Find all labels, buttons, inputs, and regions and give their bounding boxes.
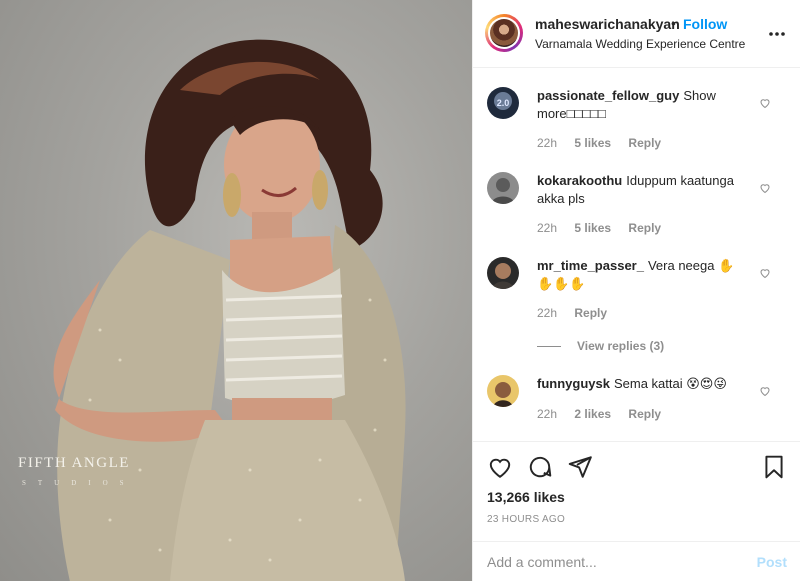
post-header: maheswarichanakyan • Follow Varnamala We… xyxy=(473,0,800,68)
comment-meta: 22h 5 likes Reply xyxy=(537,136,675,150)
comment-time[interactable]: 22h xyxy=(537,136,557,150)
comment-text: passionate_fellow_guy Show more□□□□□ xyxy=(537,87,749,123)
more-options-icon[interactable] xyxy=(767,24,787,44)
post-location[interactable]: Varnamala Wedding Experience Centre xyxy=(535,37,745,51)
view-replies-button[interactable]: View replies (3) xyxy=(537,339,664,353)
likes-count[interactable]: 13,266 likes xyxy=(487,489,565,505)
commenter-avatar[interactable] xyxy=(487,172,519,204)
post-actions: 13,266 likes 23 HOURS AGO xyxy=(473,441,800,541)
comment-meta: 22h Reply xyxy=(537,306,621,320)
comment-time[interactable]: 22h xyxy=(537,306,557,320)
comment-input[interactable] xyxy=(487,550,737,574)
post-photo[interactable]: FIFTH ANGLE STUDIOS xyxy=(0,0,472,581)
comment-text: mr_time_passer_ Vera neega ✋ ✋✋✋ xyxy=(537,257,749,293)
post-timestamp[interactable]: 23 HOURS AGO xyxy=(487,514,565,525)
share-icon[interactable] xyxy=(567,454,593,480)
svg-text:2.0: 2.0 xyxy=(497,98,510,108)
separator-dot: • xyxy=(671,15,676,31)
post-side-panel: maheswarichanakyan • Follow Varnamala We… xyxy=(472,0,800,581)
comment-username[interactable]: passionate_fellow_guy xyxy=(537,88,679,103)
comment-username[interactable]: funnyguysk xyxy=(537,376,610,391)
comment-time[interactable]: 22h xyxy=(537,407,557,421)
photo-watermark-sub: STUDIOS xyxy=(22,479,136,487)
comment-like-icon[interactable] xyxy=(759,182,771,194)
follow-button[interactable]: Follow xyxy=(683,16,727,32)
portrait-illustration xyxy=(53,39,406,581)
commenter-avatar[interactable] xyxy=(487,257,519,289)
comment-meta: 22h 2 likes Reply xyxy=(537,407,675,421)
comment-time[interactable]: 22h xyxy=(537,221,557,235)
bookmark-icon[interactable] xyxy=(761,454,787,480)
comments-list[interactable]: 2.0 passionate_fellow_guy Show more□□□□□ … xyxy=(473,69,800,441)
comment-likes[interactable]: 5 likes xyxy=(574,221,611,235)
view-replies-label[interactable]: View replies (3) xyxy=(577,339,664,353)
comment-like-icon[interactable] xyxy=(759,97,771,109)
comment-reply-button[interactable]: Reply xyxy=(628,407,661,421)
heart-icon[interactable] xyxy=(487,454,513,480)
view-replies-line xyxy=(537,346,561,348)
comment-likes[interactable]: 5 likes xyxy=(574,136,611,150)
comment-likes[interactable]: 2 likes xyxy=(574,407,611,421)
comment-like-icon[interactable] xyxy=(759,267,771,279)
comment-body: Sema kattai 😵😍😜 xyxy=(613,376,727,391)
comment-reply-button[interactable]: Reply xyxy=(628,136,661,150)
commenter-avatar[interactable]: 2.0 xyxy=(487,87,519,119)
author-username[interactable]: maheswarichanakyan xyxy=(535,16,680,32)
comment-like-icon[interactable] xyxy=(759,385,771,397)
comment-username[interactable]: kokarakoothu xyxy=(537,173,622,188)
comment-meta: 22h 5 likes Reply xyxy=(537,221,675,235)
comment-icon[interactable] xyxy=(527,454,553,480)
comment-username[interactable]: mr_time_passer_ xyxy=(537,258,644,273)
author-avatar[interactable] xyxy=(485,14,523,52)
commenter-avatar[interactable] xyxy=(487,375,519,407)
comment-reply-button[interactable]: Reply xyxy=(574,306,607,320)
photo-watermark: FIFTH ANGLE xyxy=(18,455,130,471)
comment-reply-button[interactable]: Reply xyxy=(628,221,661,235)
comment-text: kokarakoothu Iduppum kaatunga akka pls xyxy=(537,172,749,208)
post-comment-button[interactable]: Post xyxy=(757,554,787,570)
add-comment-bar: Post xyxy=(473,541,800,581)
comment-text: funnyguysk Sema kattai 😵😍😜 xyxy=(537,375,749,393)
